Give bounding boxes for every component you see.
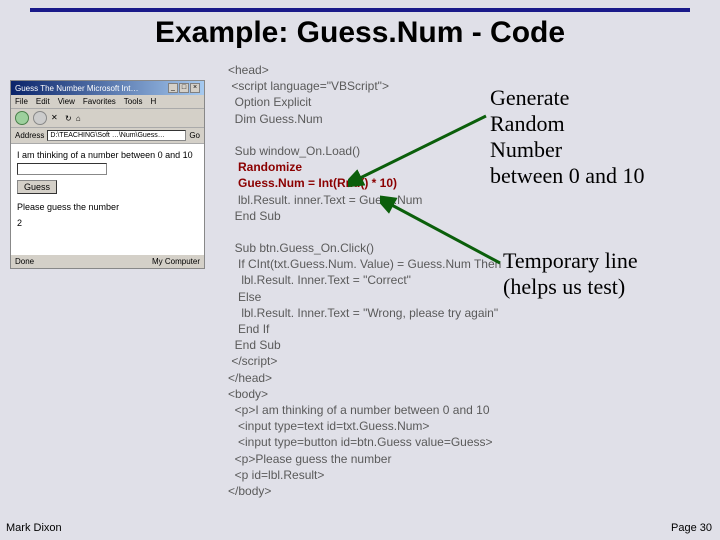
browser-menu: File Edit View Favorites Tools H — [11, 95, 204, 109]
home-icon: ⌂ — [76, 114, 81, 123]
code-l10: End Sub — [228, 209, 281, 223]
browser-toolbar: ✕ ↻ ⌂ — [11, 109, 204, 128]
anno2-l2: (helps us test) — [503, 274, 638, 300]
code-l14: lbl.Result. Inner.Text = "Correct" — [228, 273, 411, 287]
close-icon: × — [190, 83, 200, 93]
code-l12: Sub btn.Guess_On.Click() — [228, 241, 374, 255]
code-l20: </head> — [228, 371, 272, 385]
menu-edit: Edit — [36, 97, 50, 106]
code-l9: lbl.Result. inner.Text = Guess.Num — [228, 193, 422, 207]
code-l18: End Sub — [228, 338, 281, 352]
code-l15: Else — [228, 290, 261, 304]
address-bar: Address D:\TEACHING\Soft …\Num\Guess… Go — [11, 128, 204, 144]
browser-title-text: Guess The Number Microsoft Int… — [15, 84, 138, 93]
code-l13: If CInt(txt.Guess.Num. Value) = Guess.Nu… — [228, 257, 501, 271]
anno1-l3: Number — [490, 137, 645, 163]
guess-input — [17, 163, 107, 175]
code-l3: Option Explicit — [228, 95, 311, 109]
annotation-generate: Generate Random Number between 0 and 10 — [490, 85, 645, 189]
code-l1: <head> — [228, 63, 269, 77]
back-icon — [15, 111, 29, 125]
content-line2: Please guess the number — [17, 202, 198, 212]
code-l27: </body> — [228, 484, 271, 498]
code-l21: <body> — [228, 387, 268, 401]
browser-titlebar: Guess The Number Microsoft Int… _ □ × — [11, 81, 204, 95]
content-line1: I am thinking of a number between 0 and … — [17, 150, 198, 160]
annotation-temporary: Temporary line (helps us test) — [503, 248, 638, 300]
menu-file: File — [15, 97, 28, 106]
guess-button: Guess — [17, 180, 57, 194]
anno2-l1: Temporary line — [503, 248, 638, 274]
refresh-icon: ↻ — [65, 114, 72, 123]
code-l4: Dim Guess.Num — [228, 112, 323, 126]
forward-icon — [33, 111, 47, 125]
code-l7: Randomize — [228, 160, 302, 174]
code-l2: <script language="VBScript"> — [228, 79, 389, 93]
maximize-icon: □ — [179, 83, 189, 93]
footer-author: Mark Dixon — [6, 522, 62, 534]
code-l6: Sub window_On.Load() — [228, 144, 360, 158]
slide-title: Example: Guess.Num - Code — [0, 16, 720, 50]
anno1-l4: between 0 and 10 — [490, 163, 645, 189]
address-field: D:\TEACHING\Soft …\Num\Guess… — [47, 130, 186, 141]
address-label: Address — [15, 131, 44, 140]
stop-icon: ✕ — [51, 113, 61, 123]
code-l26: <p id=lbl.Result> — [228, 468, 324, 482]
footer-page: Page 30 — [671, 522, 712, 534]
code-l24: <input type=button id=btn.Guess value=Gu… — [228, 435, 493, 449]
menu-favorites: Favorites — [83, 97, 116, 106]
menu-tools: Tools — [124, 97, 143, 106]
browser-content: I am thinking of a number between 0 and … — [11, 144, 204, 254]
anno1-l2: Random — [490, 111, 645, 137]
menu-view: View — [58, 97, 75, 106]
code-l25: <p>Please guess the number — [228, 452, 391, 466]
result-label: 2 — [17, 218, 198, 228]
browser-screenshot: Guess The Number Microsoft Int… _ □ × Fi… — [10, 80, 205, 269]
top-rule — [30, 8, 690, 12]
menu-help: H — [150, 97, 156, 106]
code-l16: lbl.Result. Inner.Text = "Wrong, please … — [228, 306, 498, 320]
go-button: Go — [189, 131, 200, 140]
code-l17: End If — [228, 322, 269, 336]
anno1-l1: Generate — [490, 85, 645, 111]
minimize-icon: _ — [168, 83, 178, 93]
code-l22: <p>I am thinking of a number between 0 a… — [228, 403, 490, 417]
code-l19: </script> — [228, 354, 277, 368]
window-controls: _ □ × — [168, 83, 200, 93]
status-bar: Done My Computer — [11, 254, 204, 268]
code-l8: Guess.Num = Int(Rnd() * 10) — [228, 176, 397, 190]
code-l23: <input type=text id=txt.Guess.Num> — [228, 419, 429, 433]
status-zone: My Computer — [152, 257, 200, 266]
status-done: Done — [15, 257, 34, 266]
